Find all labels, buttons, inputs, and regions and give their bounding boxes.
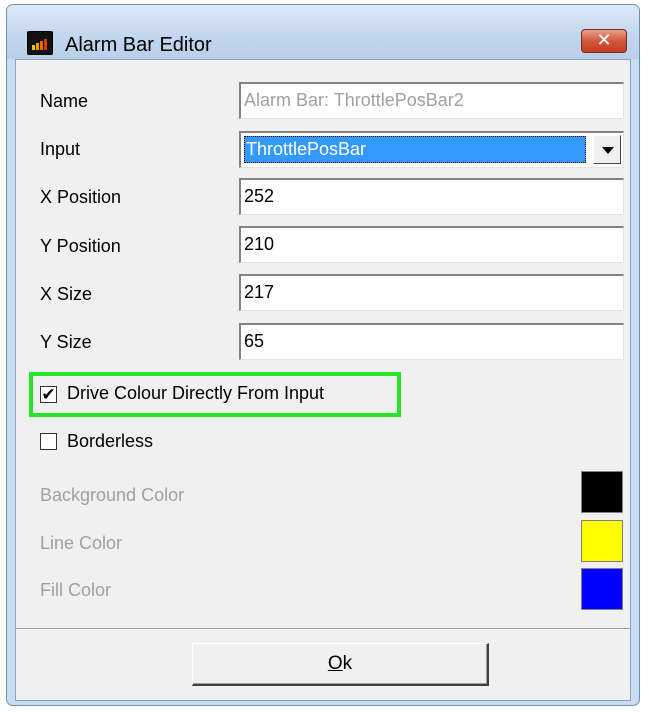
close-icon: ✕ xyxy=(596,30,612,50)
input-select[interactable]: ThrottlePosBar xyxy=(239,131,624,168)
input-select-value[interactable]: ThrottlePosBar xyxy=(244,136,586,163)
window-title: Alarm Bar Editor xyxy=(65,34,212,56)
y-size-field[interactable]: 65 xyxy=(239,323,624,360)
input-label: Input xyxy=(40,139,81,159)
name-field[interactable]: Alarm Bar: ThrottlePosBar2 xyxy=(239,82,624,119)
x-position-label: X Position xyxy=(40,187,122,207)
line-color-swatch[interactable] xyxy=(581,520,623,562)
close-button[interactable]: ✕ xyxy=(581,29,627,53)
chevron-down-icon[interactable] xyxy=(593,135,621,164)
bar-chart-icon xyxy=(27,31,53,55)
drive-colour-checkbox[interactable]: ✔ xyxy=(40,386,57,403)
fill-color-swatch[interactable] xyxy=(581,568,623,610)
alarm-bar-editor-window: Alarm Bar Editor ✕ Name Alarm Bar: Throt… xyxy=(6,4,640,706)
background-color-swatch[interactable] xyxy=(581,471,623,513)
x-size-field[interactable]: 217 xyxy=(239,274,624,311)
x-size-label: X Size xyxy=(40,284,93,304)
dialog-body: Name Alarm Bar: ThrottlePosBar2 Input Th… xyxy=(15,59,631,701)
borderless-label[interactable]: Borderless xyxy=(67,431,153,452)
ok-label: k xyxy=(342,653,353,674)
background-color-label: Background Color xyxy=(40,485,185,505)
ok-button[interactable]: Ok xyxy=(192,643,489,686)
y-size-label: Y Size xyxy=(40,332,92,352)
ok-mnemonic: O xyxy=(327,653,343,674)
x-position-field[interactable]: 252 xyxy=(239,178,624,215)
borderless-checkbox[interactable] xyxy=(40,433,57,450)
name-label: Name xyxy=(40,91,89,111)
title-bar[interactable]: Alarm Bar Editor ✕ xyxy=(7,5,639,59)
dialog-footer: Ok xyxy=(16,630,630,700)
drive-colour-label[interactable]: Drive Colour Directly From Input xyxy=(67,383,324,404)
y-position-label: Y Position xyxy=(40,236,121,256)
y-position-field[interactable]: 210 xyxy=(239,226,624,263)
fill-color-label: Fill Color xyxy=(40,580,112,600)
line-color-label: Line Color xyxy=(40,533,123,553)
